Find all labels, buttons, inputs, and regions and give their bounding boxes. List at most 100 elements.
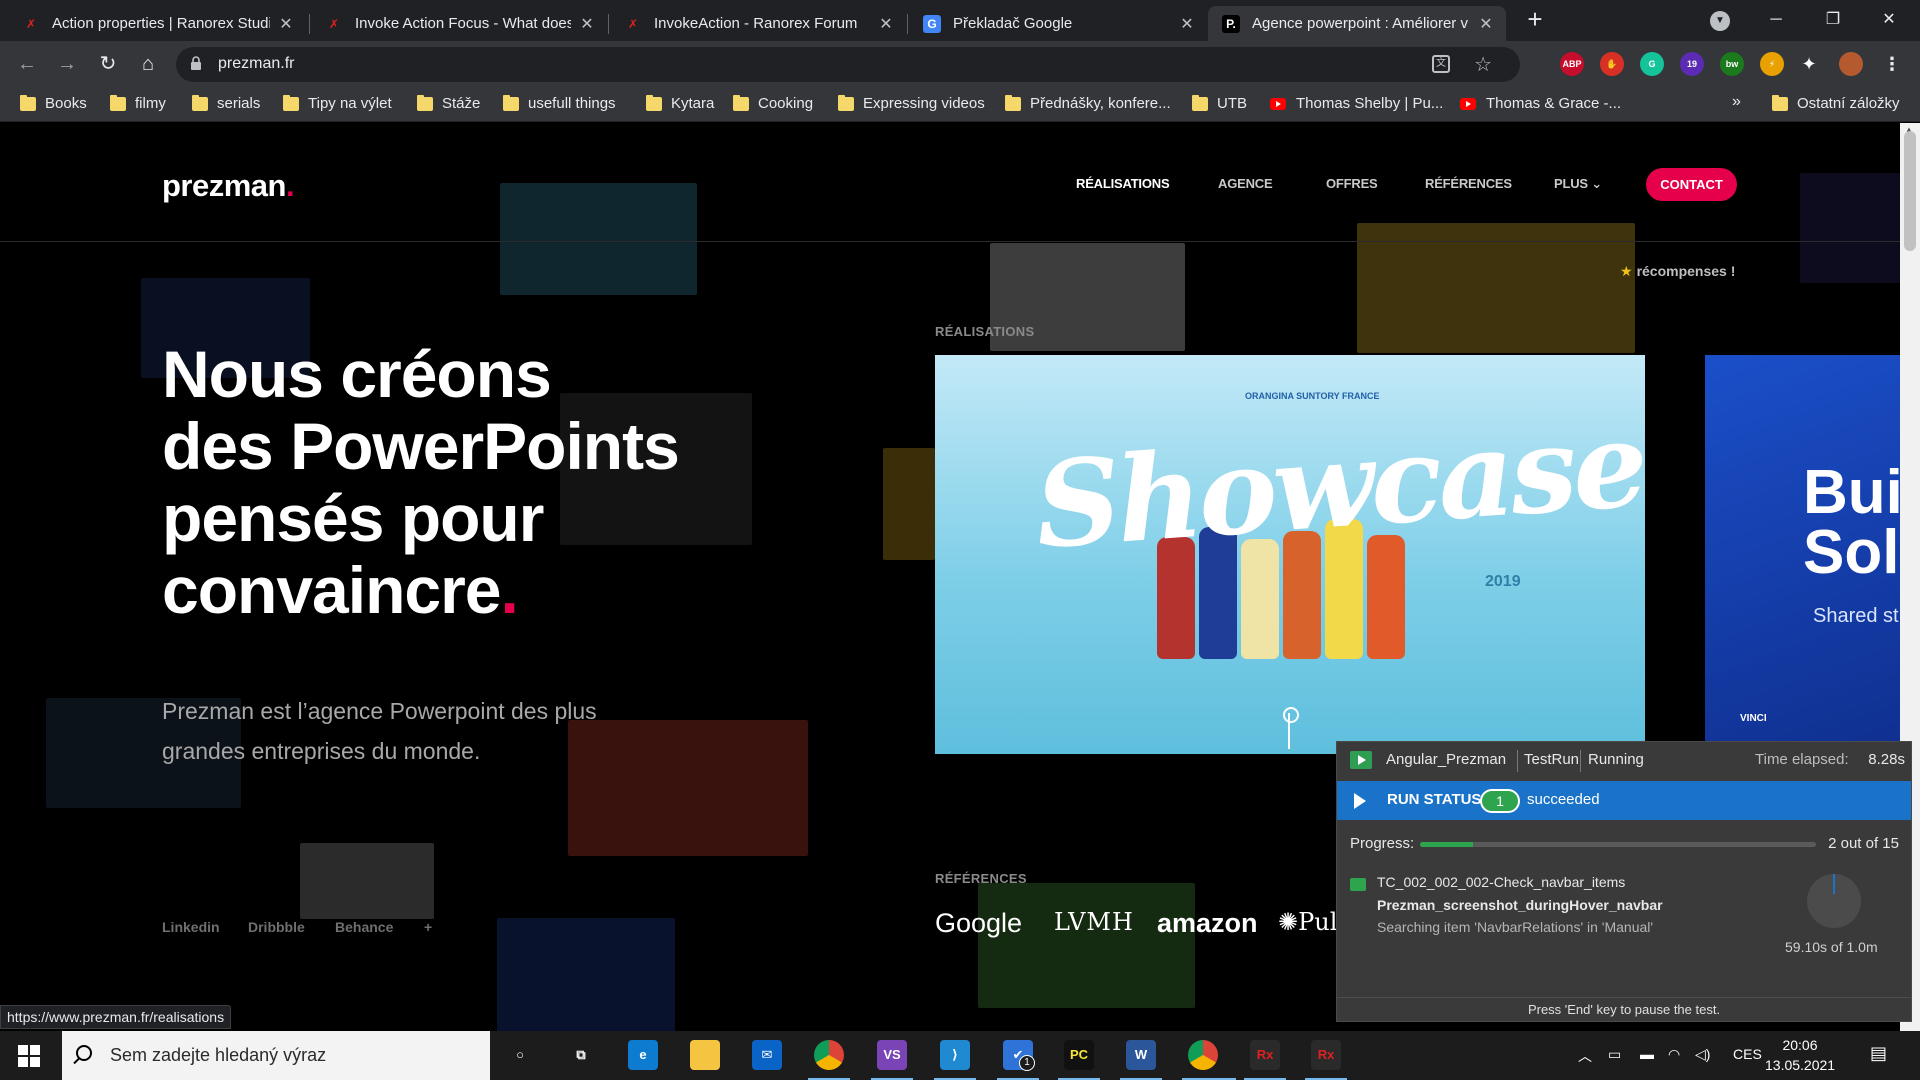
nav-agence[interactable]: AGENCE [1218,176,1273,191]
other-bookmarks[interactable]: Ostatní záložky [1772,94,1900,112]
bookmark-item[interactable]: Tipy na výlet [283,94,392,112]
social-more[interactable]: + [424,919,432,935]
bookmark-item[interactable]: Přednášky, konfere... [1005,94,1171,112]
realisations-section-label: RÉALISATIONS [935,324,1035,339]
showcase-project-card[interactable]: ORANGINA SUNTORY FRANCE Showcase 2019 [935,355,1645,754]
bookmark-item[interactable]: UTB [1192,94,1247,112]
profile-avatar[interactable] [1839,52,1863,76]
folder-icon [1772,94,1788,111]
bw-extension-icon[interactable]: bw [1720,52,1744,76]
bookmark-star-icon[interactable]: ☆ [1474,52,1492,77]
file-explorer-icon[interactable] [690,1040,720,1070]
windows-start-icon[interactable] [18,1045,40,1067]
cortana-icon[interactable]: ○ [505,1040,535,1070]
back-icon[interactable]: ← [12,49,42,79]
scrollbar-thumb[interactable] [1904,131,1916,251]
social-linkedin[interactable]: Linkedin [162,919,220,935]
reload-icon[interactable]: ↻ [93,49,123,79]
tab-prezman[interactable]: P. Agence powerpoint : Améliorer v ✕ [1208,6,1506,41]
pycharm-icon[interactable]: PC [1064,1040,1094,1070]
visual-studio-icon[interactable]: VS [877,1040,907,1070]
vscode-icon[interactable]: ⟩ [940,1040,970,1070]
nav-references[interactable]: RÉFÉRENCES [1425,176,1512,191]
forward-icon[interactable]: → [52,49,82,79]
bookmark-item[interactable]: usefull things [503,94,616,112]
bookmark-label: usefull things [528,95,616,112]
close-tab-icon[interactable]: ✕ [278,14,294,34]
menu-kebab-icon[interactable]: ⋮ [1880,52,1904,76]
notifications-icon[interactable]: ▤ [1870,1043,1887,1064]
play-icon[interactable] [1354,793,1366,809]
url-text[interactable]: prezman.fr [218,55,294,73]
device-icon[interactable]: ▭ [1608,1046,1621,1063]
bookmarks-overflow-button[interactable]: » [1732,93,1741,111]
taskbar-search-box[interactable]: Sem zadejte hledaný výraz [62,1031,490,1080]
close-tab-icon[interactable]: ✕ [878,14,894,34]
bookmark-item[interactable]: Cooking [733,94,813,112]
prezman-logo[interactable]: prezman. [162,168,295,204]
minimize-icon[interactable]: ─ [1753,0,1799,40]
social-behance[interactable]: Behance [335,919,393,935]
ranorex-icon: ✗ [328,16,340,31]
close-tab-icon[interactable]: ✕ [579,14,595,34]
bookmark-item[interactable]: Thomas Shelby | Pu... [1270,95,1443,112]
new-tab-button[interactable]: + [1521,6,1549,34]
task-view-icon[interactable]: ⧉ [566,1040,596,1070]
home-icon[interactable]: ⌂ [133,49,163,79]
bookmark-item[interactable]: Stáže [417,94,480,112]
link-extension-icon[interactable]: ⚡ [1760,52,1784,76]
chrome-active-icon[interactable] [1188,1040,1218,1070]
tab-invokeaction-forum[interactable]: ✗ InvokeAction - Ranorex Forum ✕ [610,6,906,41]
tab-title: Agence powerpoint : Améliorer v [1252,15,1468,32]
ranorex-icon: ✗ [25,16,37,31]
chrome-icon[interactable] [814,1040,844,1070]
bookmark-item[interactable]: Kytara [646,94,714,112]
bookmark-item[interactable]: filmy [110,94,166,112]
network-icon[interactable]: ◠ [1668,1046,1680,1063]
system-clock[interactable]: 20:06 13.05.2021 [1765,1035,1835,1075]
background-thumbnail [497,918,675,1031]
tab-google-translate[interactable]: G Překladač Google ✕ [909,6,1207,41]
bookmark-item[interactable]: Books [20,94,87,112]
puzzle-extensions-icon[interactable]: ✦ [1797,52,1821,76]
close-window-icon[interactable]: ✕ [1866,0,1912,40]
hero-title: Nous créons des PowerPoints pensés pour … [162,338,680,626]
tab-search-icon[interactable]: ▼ [1710,11,1730,31]
adblock-plus-icon[interactable]: ABP [1560,52,1584,76]
show-hidden-icons-chevron[interactable]: ︿ [1578,1046,1592,1066]
volume-icon[interactable]: ◁) [1695,1046,1710,1063]
tab-invoke-action-focus[interactable]: ✗ Invoke Action Focus - What does ✕ [311,6,607,41]
run-status-bar[interactable]: RUN STATUS 1 succeeded [1337,781,1911,820]
vinci-project-card[interactable]: Bui Sol Shared st VINCI [1705,355,1900,754]
close-tab-icon[interactable]: ✕ [1179,14,1195,34]
ranorex-studio-icon[interactable]: Rx [1250,1040,1280,1070]
bookmark-item[interactable]: Thomas & Grace -... [1460,95,1621,112]
dial-needle [1833,874,1835,894]
lock-icon[interactable] [190,56,202,70]
awards-link[interactable]: ★ récompenses ! [1620,263,1735,280]
nav-realisations[interactable]: RÉALISATIONS [1076,176,1170,191]
chevron-down-icon: ⌄ [1591,176,1602,191]
bookmark-item[interactable]: serials [192,94,260,112]
ranorex-runner-icon[interactable]: Rx [1311,1040,1341,1070]
grammarly-icon[interactable]: G [1640,52,1664,76]
restore-icon[interactable]: ❐ [1810,0,1856,40]
mail-icon[interactable]: ✉ [752,1040,782,1070]
social-dribbble[interactable]: Dribbble [248,919,305,935]
nav-offres[interactable]: OFFRES [1326,176,1378,191]
close-tab-icon[interactable]: ✕ [1478,14,1494,34]
hand-extension-icon[interactable]: ✋ [1600,52,1624,76]
word-icon[interactable]: W [1126,1040,1156,1070]
language-indicator[interactable]: CES [1733,1046,1762,1062]
google-logo: Google [935,908,1023,938]
nav-plus[interactable]: PLUS ⌄ [1554,176,1602,192]
tab-ranorex-action-properties[interactable]: ✗ Action properties | Ranorex Studio ✕ [8,6,306,41]
address-bar[interactable]: prezman.fr 文 ☆ [176,47,1520,82]
edge-icon[interactable]: e [628,1040,658,1070]
bookmark-label: filmy [135,95,166,112]
bookmark-item[interactable]: Expressing videos [838,94,985,112]
translate-page-icon[interactable]: 文 [1432,55,1450,73]
badge-extension-icon[interactable]: 19 [1680,52,1704,76]
battery-icon[interactable]: ▬ [1640,1046,1654,1062]
contact-button[interactable]: CONTACT [1646,168,1737,201]
